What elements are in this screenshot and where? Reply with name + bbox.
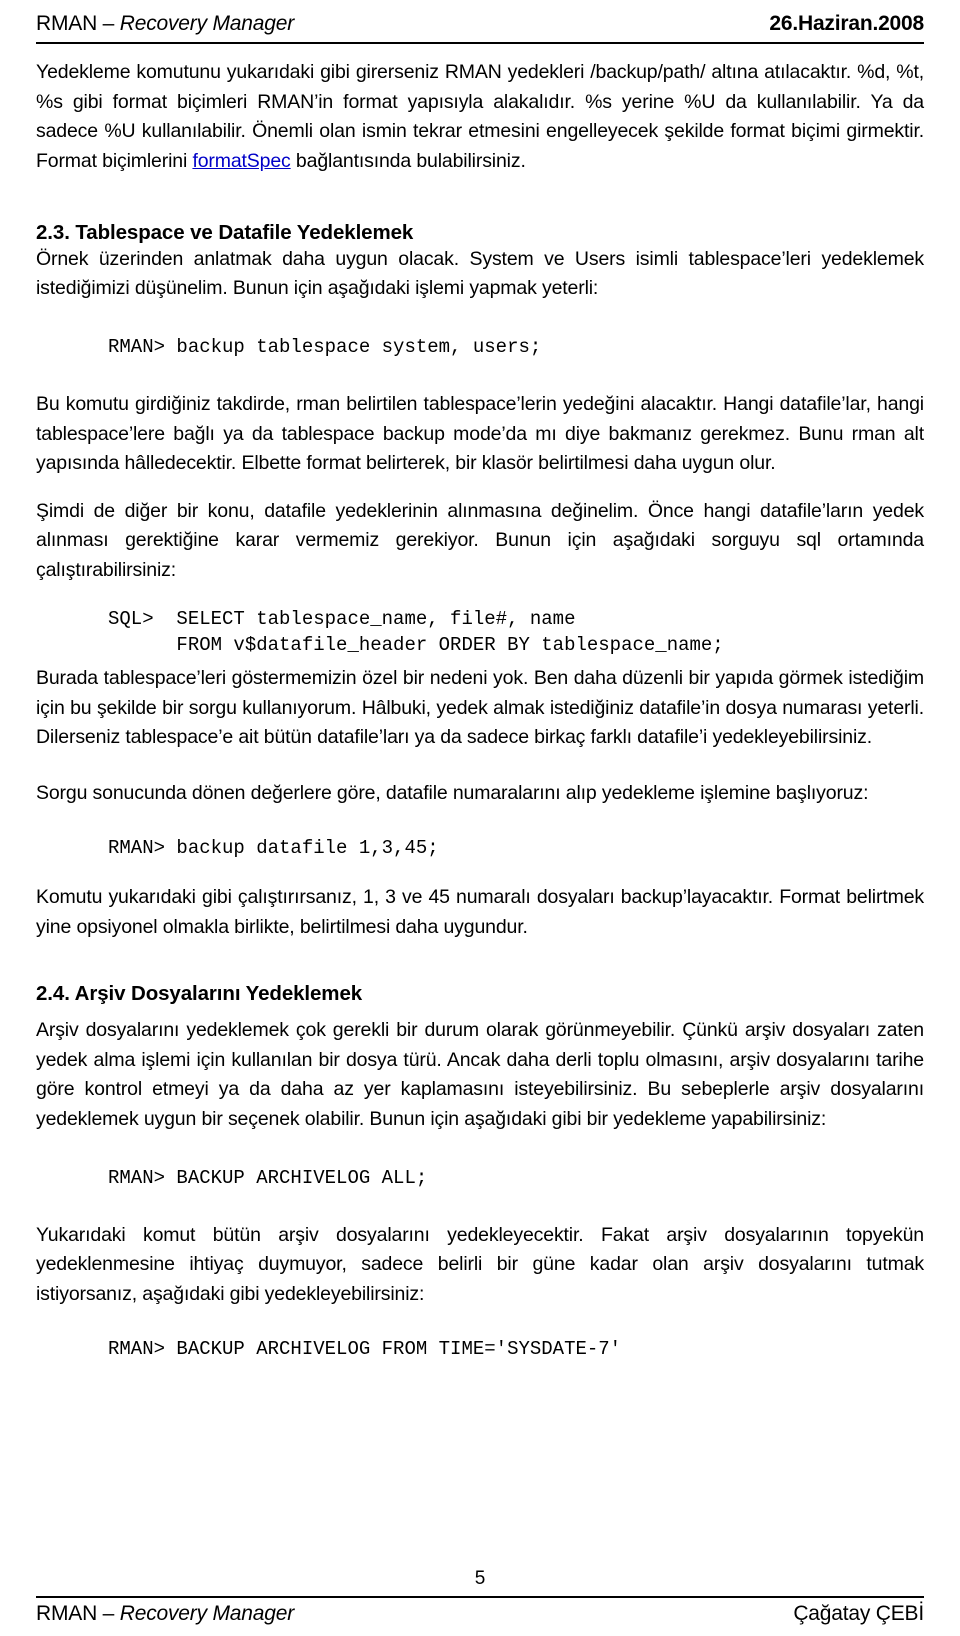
code-block-backup-datafile: RMAN> backup datafile 1,3,45; bbox=[36, 835, 924, 861]
footer-title-italic: Recovery Manager bbox=[119, 1602, 294, 1625]
code-text-backup-tablespace: RMAN> backup tablespace system, users; bbox=[108, 335, 542, 358]
footer-title-plain: RMAN – bbox=[36, 1602, 120, 1625]
code-block-sql-query: SQL> SELECT tablespace_name, file#, name… bbox=[36, 606, 924, 658]
page-header: RMAN – Recovery Manager 26.Haziran.2008 bbox=[36, 8, 924, 42]
code-block-archivelog-time: RMAN> BACKUP ARCHIVELOG FROM TIME='SYSDA… bbox=[36, 1336, 924, 1362]
header-title-italic: Recovery Manager bbox=[119, 12, 294, 35]
section-heading-2-4: 2.4. Arşiv Dosyalarını Yedeklemek bbox=[36, 982, 363, 1006]
paragraph-intro-part2: bağlantısında bulabilirsiniz. bbox=[290, 149, 526, 172]
header-title-plain: RMAN – bbox=[36, 12, 120, 35]
code-block-archivelog-all: RMAN> BACKUP ARCHIVELOG ALL; bbox=[36, 1165, 924, 1191]
code-text-archivelog-all: RMAN> BACKUP ARCHIVELOG ALL; bbox=[108, 1166, 428, 1189]
paragraph-2-3-3: Şimdi de diğer bir konu, datafile yedekl… bbox=[36, 499, 924, 582]
page-footer-area: 5 RMAN – Recovery Manager Çağatay ÇEBİ bbox=[36, 1568, 924, 1626]
footer-title: RMAN – Recovery Manager bbox=[36, 1602, 294, 1626]
code-block-backup-tablespace: RMAN> backup tablespace system, users; bbox=[36, 334, 924, 360]
paragraph-2-3-1: Örnek üzerinden anlatmak daha uygun olac… bbox=[36, 247, 924, 300]
code-text-sql-query: SQL> SELECT tablespace_name, file#, name… bbox=[108, 607, 724, 656]
code-text-backup-datafile: RMAN> backup datafile 1,3,45; bbox=[108, 836, 439, 859]
paragraph-2-4-2: Yukarıdaki komut bütün arşiv dosyalarını… bbox=[36, 1223, 924, 1306]
footer-divider bbox=[36, 1596, 924, 1598]
paragraph-intro: Yedekleme komutunu yukarıdaki gibi girer… bbox=[36, 58, 924, 177]
page-number: 5 bbox=[474, 1568, 486, 1589]
paragraph-2-3-2: Bu komutu girdiğiniz takdirde, rman beli… bbox=[36, 392, 924, 475]
header-title: RMAN – Recovery Manager bbox=[36, 12, 294, 36]
footer-author: Çağatay ÇEBİ bbox=[793, 1602, 924, 1625]
header-date: 26.Haziran.2008 bbox=[769, 12, 924, 35]
paragraph-2-3-4: Burada tablespace’leri göstermemizin öze… bbox=[36, 667, 924, 749]
document-body: Yedekleme komutunu yukarıdaki gibi girer… bbox=[36, 58, 924, 1478]
section-heading-2-3: 2.3. Tablespace ve Datafile Yedeklemek bbox=[36, 220, 414, 244]
page-footer: RMAN – Recovery Manager Çağatay ÇEBİ bbox=[36, 1602, 924, 1626]
formatspec-link[interactable]: formatSpec bbox=[192, 150, 290, 172]
paragraph-2-4-1: Arşiv dosyalarını yedeklemek çok gerekli… bbox=[36, 1019, 924, 1130]
paragraph-2-3-5: Sorgu sonucunda dönen değerlere göre, da… bbox=[36, 782, 869, 805]
paragraph-2-3-6: Komutu yukarıdaki gibi çalıştırırsanız, … bbox=[36, 885, 924, 938]
header-divider bbox=[36, 42, 924, 44]
code-text-archivelog-time: RMAN> BACKUP ARCHIVELOG FROM TIME='SYSDA… bbox=[108, 1337, 622, 1360]
document-page: RMAN – Recovery Manager 26.Haziran.2008 … bbox=[0, 0, 960, 1636]
